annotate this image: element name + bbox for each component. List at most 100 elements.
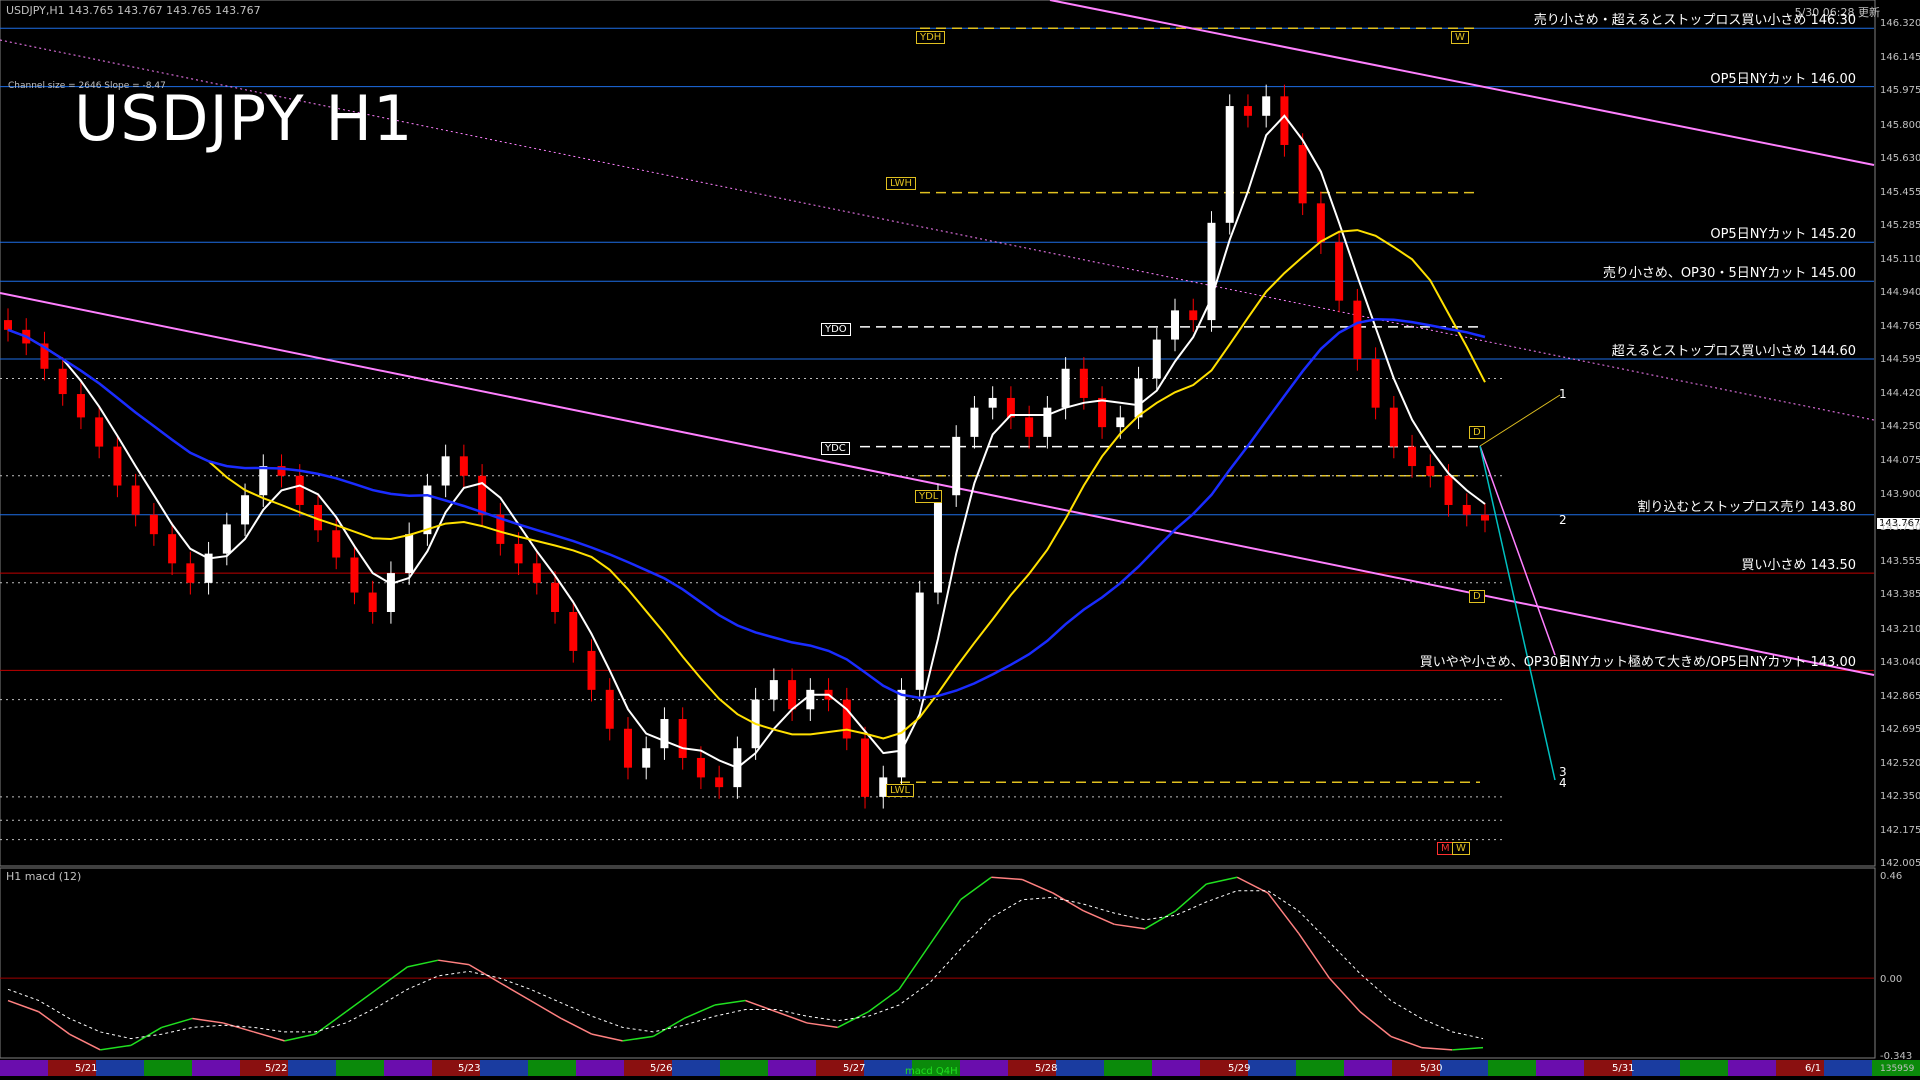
- session-bar-segment: [1632, 1060, 1680, 1076]
- level-note: 売り小さめ・超えるとストップロス買い小さめ 146.30: [1533, 13, 1856, 29]
- y-tick-label: 143.210: [1880, 623, 1920, 635]
- x-tick-label: 5/23: [458, 1063, 481, 1074]
- session-bar-segment: [1440, 1060, 1488, 1076]
- x-tick-label: 5/21: [75, 1063, 98, 1074]
- macd-segment: [714, 999, 746, 1006]
- macd-segment: [1175, 883, 1207, 912]
- x-tick-label: 5/22: [265, 1063, 288, 1074]
- session-bar-segment: [576, 1060, 624, 1076]
- projection-line: [1479, 445, 1556, 781]
- candle-body: [806, 689, 815, 710]
- macd-segment: [960, 876, 992, 901]
- macd-segment: [1144, 910, 1177, 930]
- bottom-right-number: 135959: [1880, 1064, 1915, 1074]
- macd-segment: [1421, 1046, 1453, 1051]
- y-tick-label: 143.040: [1880, 656, 1920, 668]
- candle-body: [1098, 397, 1107, 428]
- macd-segment: [345, 988, 378, 1013]
- macd-segment: [438, 959, 470, 966]
- session-bar-segment: [192, 1060, 240, 1076]
- projection-line: [1479, 394, 1561, 447]
- candle-body: [1408, 446, 1417, 467]
- macd-segment: [1206, 876, 1238, 885]
- y-tick-label: 145.800: [1880, 119, 1920, 131]
- macd-segment: [284, 1033, 316, 1042]
- macd-segment: [253, 1031, 285, 1042]
- session-bar-segment: [1056, 1060, 1104, 1076]
- y-tick-label: 142.350: [1880, 790, 1920, 802]
- tag-ydh: YDH: [916, 31, 946, 44]
- ma-blue: [7, 318, 1486, 700]
- symbol-info: USDJPY,H1 143.765 143.767 143.765 143.76…: [6, 4, 261, 17]
- x-tick-label: 5/27: [843, 1063, 866, 1074]
- macd-segment: [991, 876, 1023, 881]
- candle-body: [4, 320, 12, 330]
- macd-segment: [1298, 932, 1330, 979]
- macd-segment: [898, 944, 931, 990]
- level-note: OP5日NYカット 145.20: [1710, 227, 1856, 243]
- candle-body: [915, 592, 924, 690]
- candle-body: [970, 407, 979, 437]
- tag-w-bottom: W: [1452, 842, 1470, 855]
- candle-body: [441, 456, 450, 486]
- y-tick-label: 145.630: [1880, 152, 1920, 164]
- candle-body: [58, 368, 67, 395]
- y-tick-label: 142.695: [1880, 723, 1920, 735]
- candle-body: [1426, 466, 1435, 476]
- macd-tick-label: 0.00: [1880, 974, 1902, 985]
- tag-ydl: YDL: [915, 490, 943, 503]
- macd-segment: [1452, 1046, 1484, 1051]
- macd-segment: [1052, 892, 1084, 912]
- y-tick-label: 143.555: [1880, 556, 1920, 568]
- macd-segment: [499, 981, 531, 1002]
- macd-segment: [622, 1035, 654, 1042]
- macd-signal: [7, 890, 1484, 1040]
- macd-segment: [929, 899, 962, 945]
- y-tick-label: 144.075: [1880, 455, 1920, 467]
- y-tick-label: 146.145: [1880, 52, 1920, 64]
- macd-segment: [1021, 878, 1054, 894]
- x-tick-label: 5/30: [1420, 1063, 1443, 1074]
- macd-tag: macd Q4H: [905, 1066, 958, 1077]
- candle-body: [988, 397, 997, 408]
- session-bar-segment: [144, 1060, 192, 1076]
- macd-segment: [591, 1033, 623, 1042]
- y-tick-label: 145.455: [1880, 186, 1920, 198]
- tag-d-lower: D: [1469, 590, 1485, 603]
- candle-body: [368, 592, 377, 612]
- candle-body: [168, 534, 177, 564]
- candle-body: [1025, 417, 1034, 437]
- y-tick-label: 142.175: [1880, 824, 1920, 836]
- session-bar-segment: [1680, 1060, 1728, 1076]
- x-tick-label: 5/29: [1228, 1063, 1251, 1074]
- x-tick-label: 5/31: [1612, 1063, 1635, 1074]
- macd-segment: [745, 999, 777, 1013]
- candle-body: [1225, 106, 1234, 223]
- macd-segment: [1359, 1011, 1392, 1037]
- y-tick-label: 144.765: [1880, 320, 1920, 332]
- session-bar-segment: [1728, 1060, 1776, 1076]
- macd-segment: [38, 1011, 70, 1035]
- price-chart[interactable]: 0.46 0.00 -0.343: [0, 0, 1920, 1080]
- y-tick-label: 145.975: [1880, 85, 1920, 97]
- macd-segment: [69, 1033, 101, 1051]
- wave-label-4: 4: [1559, 776, 1567, 790]
- macd-segment: [775, 1011, 808, 1024]
- candle-body: [1079, 368, 1088, 398]
- candle-body: [1298, 144, 1307, 204]
- candle-body: [532, 563, 541, 583]
- candle-body: [1243, 106, 1252, 116]
- macd-segment: [1328, 977, 1361, 1013]
- candle-body: [1189, 310, 1198, 321]
- candle-body: [696, 757, 705, 778]
- session-bar-segment: [1824, 1060, 1872, 1076]
- candle-body: [259, 466, 268, 496]
- candle-body: [459, 456, 468, 476]
- macd-segment: [468, 964, 501, 984]
- candle-body: [933, 495, 942, 593]
- macd-segment: [314, 1011, 347, 1035]
- candle-body: [1444, 475, 1453, 505]
- candle-body: [1152, 339, 1161, 379]
- x-tick-label: 5/28: [1035, 1063, 1058, 1074]
- candle-body: [569, 612, 578, 651]
